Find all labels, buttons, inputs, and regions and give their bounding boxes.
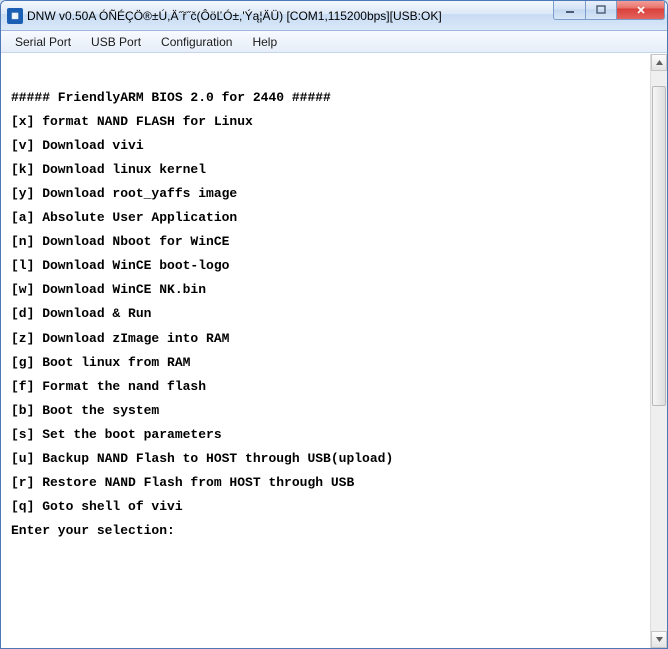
close-icon <box>636 5 646 15</box>
menu-help[interactable]: Help <box>242 33 287 51</box>
client-area: ##### FriendlyARM BIOS 2.0 for 2440 ####… <box>1 53 667 648</box>
window-title: DNW v0.50A ÓÑÉÇÖ®±Ú,Ä˝ř˝č(ÔöĽÓ±,'Ýą¦ÄÜ) … <box>27 9 553 23</box>
window-controls <box>553 0 665 20</box>
titlebar[interactable]: ▦ DNW v0.50A ÓÑÉÇÖ®±Ú,Ä˝ř˝č(ÔöĽÓ±,'Ýą¦ÄÜ… <box>1 1 667 31</box>
menu-usb-port[interactable]: USB Port <box>81 33 151 51</box>
scroll-thumb[interactable] <box>652 86 666 406</box>
scroll-down-button[interactable] <box>651 631 667 648</box>
minimize-icon <box>565 5 575 15</box>
terminal-output[interactable]: ##### FriendlyARM BIOS 2.0 for 2440 ####… <box>1 54 650 648</box>
maximize-button[interactable] <box>585 0 617 20</box>
maximize-icon <box>596 5 606 15</box>
chevron-up-icon <box>656 60 663 65</box>
scroll-track[interactable] <box>651 71 667 631</box>
menubar: Serial Port USB Port Configuration Help <box>1 31 667 53</box>
chevron-down-icon <box>656 637 663 642</box>
close-button[interactable] <box>617 0 665 20</box>
menu-configuration[interactable]: Configuration <box>151 33 242 51</box>
minimize-button[interactable] <box>553 0 585 20</box>
app-icon: ▦ <box>7 8 23 24</box>
scroll-up-button[interactable] <box>651 54 667 71</box>
app-window: ▦ DNW v0.50A ÓÑÉÇÖ®±Ú,Ä˝ř˝č(ÔöĽÓ±,'Ýą¦ÄÜ… <box>0 0 668 649</box>
menu-serial-port[interactable]: Serial Port <box>5 33 81 51</box>
vertical-scrollbar[interactable] <box>650 54 667 648</box>
